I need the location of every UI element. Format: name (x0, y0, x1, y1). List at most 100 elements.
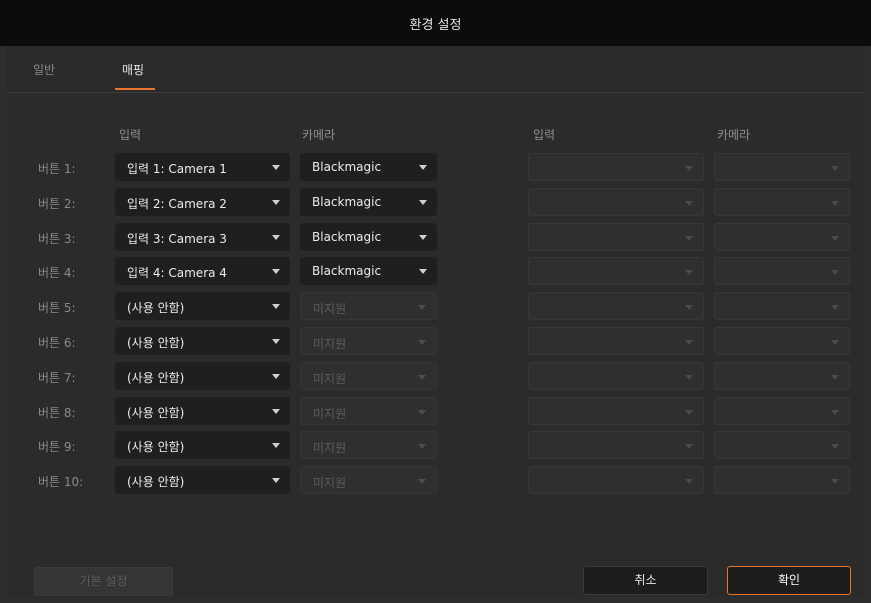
dropdown-arrow-icon (831, 305, 839, 310)
dropdown-arrow-icon (272, 269, 280, 274)
camera-select[interactable]: Blackmagic (300, 223, 437, 251)
camera-select[interactable]: Blackmagic (300, 153, 437, 181)
camera-select-empty (714, 327, 850, 355)
camera-select-empty (714, 188, 850, 216)
dropdown-arrow-icon (272, 409, 280, 414)
button-row-label: 버튼 4: (38, 266, 76, 280)
input-select-empty (528, 397, 704, 425)
dropdown-arrow-icon (831, 410, 839, 415)
input-select[interactable]: (사용 안함) (115, 292, 290, 320)
dropdown-arrow-icon (272, 443, 280, 448)
dropdown-arrow-icon (831, 375, 839, 380)
camera-select-value: 미지원 (313, 476, 347, 490)
ok-button[interactable]: 확인 (727, 566, 851, 595)
dropdown-arrow-icon (685, 201, 693, 206)
camera-select-empty (714, 431, 850, 459)
dropdown-arrow-icon (685, 444, 693, 449)
dropdown-arrow-icon (418, 479, 426, 484)
dropdown-arrow-icon (418, 444, 426, 449)
dropdown-arrow-icon (831, 166, 839, 171)
input-select[interactable]: 입력 3: Camera 3 (115, 223, 290, 251)
dropdown-arrow-icon (419, 165, 427, 170)
column-header-camera-left: 카메라 (302, 128, 336, 142)
dropdown-arrow-icon (272, 339, 280, 344)
input-select-value: (사용 안함) (127, 336, 185, 350)
input-select-value: (사용 안함) (127, 371, 185, 385)
input-select[interactable]: (사용 안함) (115, 362, 290, 390)
dropdown-arrow-icon (419, 269, 427, 274)
dropdown-arrow-icon (685, 340, 693, 345)
input-select-empty (528, 153, 704, 181)
camera-select-empty (714, 153, 850, 181)
input-select-empty (528, 223, 704, 251)
dropdown-arrow-icon (272, 304, 280, 309)
input-select-empty (528, 257, 704, 285)
camera-select-value: 미지원 (313, 372, 347, 386)
restore-defaults-button[interactable]: 기본 설정 (34, 567, 173, 596)
button-row-label: 버튼 2: (38, 197, 76, 211)
camera-select-empty (714, 257, 850, 285)
dropdown-arrow-icon (685, 479, 693, 484)
input-select[interactable]: (사용 안함) (115, 431, 290, 459)
dropdown-arrow-icon (831, 201, 839, 206)
camera-select-value: Blackmagic (312, 230, 382, 244)
camera-select-empty (714, 397, 850, 425)
input-select-value: (사용 안함) (127, 406, 185, 420)
input-select[interactable]: 입력 4: Camera 4 (115, 257, 290, 285)
input-select[interactable]: (사용 안함) (115, 466, 290, 494)
input-select[interactable]: (사용 안함) (115, 327, 290, 355)
active-tab-indicator (115, 88, 155, 90)
dropdown-arrow-icon (272, 478, 280, 483)
preferences-window: 환경 설정 일반 매핑 입력 카메라 입력 카메라 버튼 1: 입력 1: Cam… (0, 0, 871, 603)
camera-select[interactable]: Blackmagic (300, 188, 437, 216)
camera-select-value: 미지원 (313, 302, 347, 316)
input-select[interactable]: (사용 안함) (115, 397, 290, 425)
input-select-value: 입력 2: Camera 2 (127, 197, 227, 211)
dropdown-arrow-icon (419, 200, 427, 205)
dropdown-arrow-icon (831, 270, 839, 275)
camera-select: 미지원 (300, 327, 437, 355)
column-header-input-left: 입력 (119, 128, 142, 142)
dropdown-arrow-icon (685, 166, 693, 171)
camera-select-value: Blackmagic (312, 195, 382, 209)
dropdown-arrow-icon (831, 340, 839, 345)
dropdown-arrow-icon (685, 270, 693, 275)
input-select-empty (528, 188, 704, 216)
column-header-input-right: 입력 (533, 128, 556, 142)
input-select[interactable]: 입력 2: Camera 2 (115, 188, 290, 216)
dropdown-arrow-icon (272, 374, 280, 379)
camera-select-empty (714, 362, 850, 390)
dropdown-arrow-icon (685, 305, 693, 310)
input-select-empty (528, 466, 704, 494)
dropdown-arrow-icon (685, 410, 693, 415)
camera-select-value: 미지원 (313, 407, 347, 421)
camera-select[interactable]: Blackmagic (300, 257, 437, 285)
dropdown-arrow-icon (831, 479, 839, 484)
camera-select: 미지원 (300, 466, 437, 494)
dropdown-arrow-icon (419, 235, 427, 240)
camera-select: 미지원 (300, 362, 437, 390)
dropdown-arrow-icon (272, 165, 280, 170)
dropdown-arrow-icon (685, 375, 693, 380)
dropdown-arrow-icon (831, 236, 839, 241)
dropdown-arrow-icon (685, 236, 693, 241)
cancel-button[interactable]: 취소 (583, 566, 708, 595)
dropdown-arrow-icon (831, 444, 839, 449)
camera-select-empty (714, 223, 850, 251)
tab-mapping[interactable]: 매핑 (122, 61, 144, 78)
input-select-value: 입력 1: Camera 1 (127, 162, 227, 176)
input-select-value: (사용 안함) (127, 440, 185, 454)
camera-select-empty (714, 292, 850, 320)
camera-select: 미지원 (300, 397, 437, 425)
button-row-label: 버튼 3: (38, 232, 76, 246)
dropdown-arrow-icon (272, 235, 280, 240)
input-select[interactable]: 입력 1: Camera 1 (115, 153, 290, 181)
input-select-empty (528, 327, 704, 355)
dropdown-arrow-icon (418, 410, 426, 415)
input-select-value: (사용 안함) (127, 475, 185, 489)
camera-select-value: Blackmagic (312, 264, 382, 278)
tab-bar: 일반 매핑 (6, 46, 865, 93)
dropdown-arrow-icon (272, 200, 280, 205)
window-title: 환경 설정 (409, 18, 462, 33)
tab-general[interactable]: 일반 (33, 61, 55, 78)
